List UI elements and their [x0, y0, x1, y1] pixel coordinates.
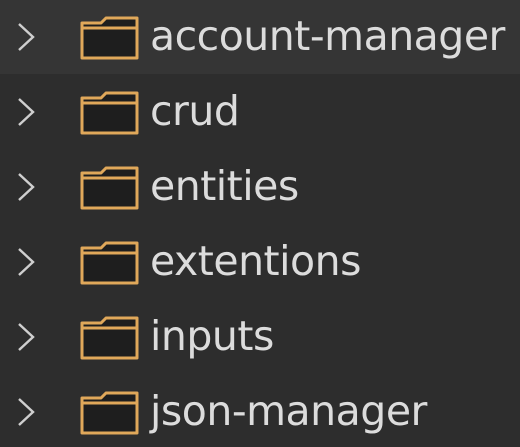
folder-label: json-manager — [150, 387, 427, 435]
folder-label: inputs — [150, 312, 274, 360]
chevron-right-icon[interactable] — [14, 320, 38, 354]
folder-icon — [80, 241, 140, 285]
folder-icon — [80, 91, 140, 135]
folder-row-crud[interactable]: crud — [0, 75, 520, 149]
folder-icon — [80, 16, 140, 60]
folder-row-account-manager[interactable]: account-manager — [0, 0, 520, 74]
folder-label: entities — [150, 162, 299, 210]
folder-label: account-manager — [150, 12, 505, 60]
folder-row-entities[interactable]: entities — [0, 150, 520, 224]
folder-icon — [80, 316, 140, 360]
folder-row-json-manager[interactable]: json-manager — [0, 375, 520, 447]
folder-icon — [80, 391, 140, 435]
folder-icon — [80, 166, 140, 210]
folder-label: crud — [150, 87, 240, 135]
folder-label: extentions — [150, 237, 361, 285]
folder-row-inputs[interactable]: inputs — [0, 300, 520, 374]
file-explorer-tree: account-manager crud entities extentions — [0, 0, 520, 447]
chevron-right-icon[interactable] — [14, 395, 38, 429]
chevron-right-icon[interactable] — [14, 95, 38, 129]
folder-row-extentions[interactable]: extentions — [0, 225, 520, 299]
chevron-right-icon[interactable] — [14, 170, 38, 204]
chevron-right-icon[interactable] — [14, 20, 38, 54]
chevron-right-icon[interactable] — [14, 245, 38, 279]
